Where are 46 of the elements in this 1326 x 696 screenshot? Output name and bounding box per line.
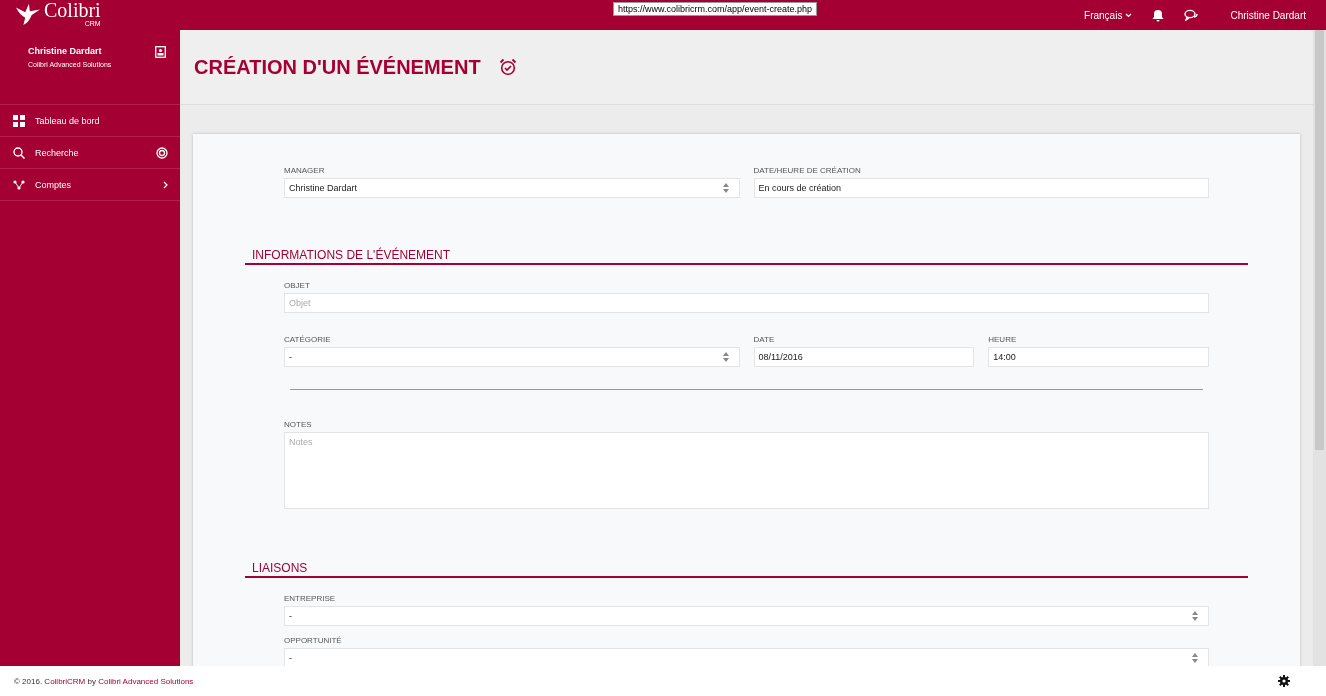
language-menu[interactable]: Français: [1084, 9, 1133, 21]
alarm-clock-icon: [498, 58, 517, 76]
contact-card-icon[interactable]: [155, 46, 166, 58]
field-label: CATÉGORIE: [284, 335, 332, 344]
settings-icon[interactable]: [1278, 675, 1290, 687]
brand-link[interactable]: ColibriCRM: [44, 676, 86, 686]
sort-arrows-icon: [1192, 653, 1198, 663]
sidebar-item[interactable]: Recherche: [0, 137, 180, 169]
field-label: HEURE: [988, 335, 1018, 344]
field-label: OBJET: [284, 281, 311, 290]
search-icon: [13, 146, 25, 159]
sort-arrows-icon: [722, 352, 729, 362]
input-field[interactable]: 14:00: [988, 347, 1209, 367]
field-label: OPPORTUNITÉ: [284, 636, 343, 645]
user-name: Christine Dardart: [28, 46, 103, 56]
page-title: CRÉATION D'UN ÉVÉNEMENT: [194, 55, 481, 79]
field-label: DATE: [753, 335, 776, 344]
scrollbar[interactable]: [1313, 30, 1326, 666]
select-field[interactable]: -: [284, 606, 1209, 626]
grid-icon: [13, 114, 25, 127]
logo-wordmark: Colibri: [44, 0, 101, 20]
select-field[interactable]: -: [284, 648, 1209, 666]
field-label: MANAGER: [284, 166, 326, 175]
network-icon: [13, 179, 25, 190]
select-field[interactable]: -: [284, 347, 740, 367]
section-heading: INFORMATIONS DE L'ÉVÉNEMENT: [245, 248, 1248, 265]
select-field[interactable]: Christine Dardart: [284, 178, 740, 198]
url-tooltip: https://www.colibricrm.com/app/event-create.php: [613, 2, 818, 16]
field-label: DATE/HEURE DE CRÉATION: [753, 166, 862, 175]
bird-logo-icon: [14, 2, 42, 26]
bell-icon[interactable]: [1152, 8, 1165, 22]
sidebar-item[interactable]: Tableau de bord: [0, 105, 180, 137]
company-link[interactable]: Colibri Advanced Solutions: [98, 676, 194, 686]
sort-arrows-icon: [1192, 611, 1198, 621]
input-field[interactable]: 08/11/2016: [753, 347, 975, 367]
section-heading: LIAISONS: [245, 561, 1248, 578]
copyright-text: © 2016. ColibriCRM by Colibri Advanced Solutions: [14, 676, 194, 686]
caret-icon: [1125, 12, 1133, 18]
sort-arrows-icon: [722, 183, 729, 193]
sidebar-item[interactable]: Comptes: [0, 169, 180, 201]
user-menu[interactable]: Christine Dardart: [1230, 9, 1306, 21]
chat-icon[interactable]: [1184, 9, 1199, 21]
field-label: ENTREPRISE: [284, 594, 337, 603]
target-icon[interactable]: [156, 146, 168, 159]
input-field[interactable]: En cours de création: [753, 178, 1209, 198]
field-label: NOTES: [284, 420, 313, 429]
